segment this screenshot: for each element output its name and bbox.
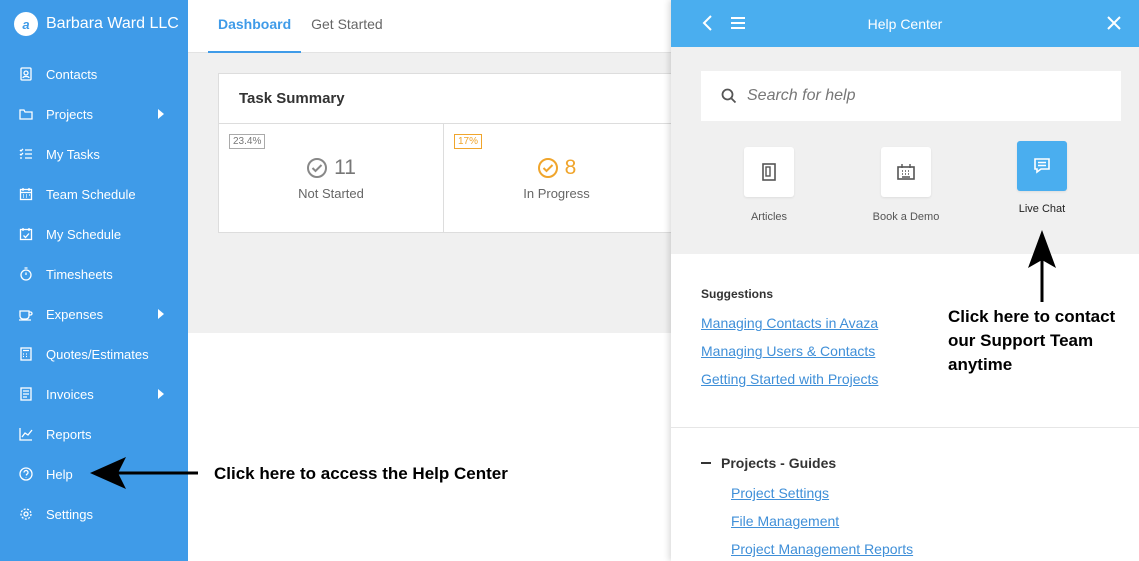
sidebar-item-label: Projects [46,106,93,122]
help-panel-title: Help Center [867,15,943,32]
search-box[interactable] [701,71,1121,121]
help-icon [18,466,34,482]
close-icon[interactable] [1103,12,1125,34]
guide-link[interactable]: Project Settings [731,485,913,501]
sidebar-item-expenses[interactable]: Expenses [0,294,188,334]
demo-icon [881,147,931,197]
tab-bar: Dashboard Get Started [188,0,671,53]
check-circle-icon [537,158,558,178]
sidebar-item-contacts[interactable]: Contacts [0,54,188,94]
annotation-help-center: Click here to access the Help Center [214,464,508,483]
annotation-arrow-left [90,457,198,489]
help-panel-header: Help Center [671,0,1139,47]
chart-icon [18,426,34,442]
chevron-right-icon [158,309,164,319]
task-summary-title: Task Summary [219,74,671,124]
sidebar-item-label: Expenses [46,306,104,322]
guide-link[interactable]: Project Management Reports [731,541,913,557]
folder-icon [18,106,34,122]
annotation-line: anytime [948,355,1013,374]
stat-label: Not Started [298,186,364,201]
coffee-icon [18,306,34,322]
suggestion-link[interactable]: Getting Started with Projects [701,371,878,387]
brand-name: Barbara Ward LLC [46,15,179,32]
invoice-icon [18,386,34,402]
chevron-right-icon [158,389,164,399]
calendar-check-icon [18,226,34,242]
article-icon [744,147,794,197]
contacts-icon [18,66,34,82]
sidebar-item-team-schedule[interactable]: Team Schedule [0,174,188,214]
annotation-arrow-up [1028,230,1056,302]
calculator-icon [18,346,34,362]
brand-logo-icon: a [14,12,38,36]
suggestion-link[interactable]: Managing Users & Contacts [701,343,878,359]
tab-get-started[interactable]: Get Started [301,0,393,52]
sidebar-item-quotes-estimates[interactable]: Quotes/Estimates [0,334,188,374]
sidebar-item-label: Contacts [46,66,98,82]
help-panel-top: Articles Book a Demo Live Chat [671,47,1139,254]
suggestion-link[interactable]: Managing Contacts in Avaza [701,315,878,331]
tab-dashboard[interactable]: Dashboard [208,0,302,53]
sidebar-item-label: My Tasks [46,146,100,162]
sidebar-item-label: Timesheets [46,266,113,282]
gear-icon [18,506,34,522]
sidebar-item-my-schedule[interactable]: My Schedule [0,214,188,254]
stat-value: 11 [334,156,356,179]
annotation-line: Click here to contact [948,307,1116,326]
tile-label: Book a Demo [872,211,940,223]
sidebar-item-label: My Schedule [46,226,122,242]
stat-value: 8 [564,156,577,179]
search-input[interactable] [747,87,1087,105]
suggestions-section: Suggestions Managing Contacts in Avaza M… [701,287,878,399]
search-icon [721,88,737,104]
sidebar-item-label: Settings [46,506,93,522]
sidebar-item-label: Quotes/Estimates [46,346,149,362]
tile-live-chat[interactable]: Live Chat [987,141,1097,215]
sidebar-item-label: Team Schedule [46,186,136,202]
help-center-panel: Help Center Articles Book a Demo Live C [671,0,1139,561]
annotation-line: our Support Team [948,331,1094,350]
stopwatch-icon [18,266,34,282]
tile-articles[interactable]: Articles [714,147,824,223]
annotation-support-team: Click here to contact our Support Team a… [948,305,1115,377]
tile-label: Live Chat [1018,203,1066,215]
stat-in-progress[interactable]: 17% 8 In Progress [444,124,669,233]
check-circle-icon [307,158,328,178]
sidebar-item-reports[interactable]: Reports [0,414,188,454]
suggestions-title: Suggestions [701,287,774,301]
stat-badge: 23.4% [229,134,266,149]
guide-link[interactable]: File Management [731,513,913,529]
stat-badge: 17% [454,134,483,149]
divider [671,427,1139,428]
sidebar-item-timesheets[interactable]: Timesheets [0,254,188,294]
calendar-icon [18,186,34,202]
guides-title[interactable]: Projects - Guides [701,455,913,471]
chat-icon [1017,141,1067,191]
tasks-icon [18,146,34,162]
sidebar-item-settings[interactable]: Settings [0,494,188,534]
stat-not-started[interactable]: 23.4% 11 Not Started [219,124,444,233]
sidebar-item-my-tasks[interactable]: My Tasks [0,134,188,174]
chevron-right-icon [158,109,164,119]
tile-label: Articles [750,211,788,223]
tile-book-a-demo[interactable]: Book a Demo [851,147,961,223]
task-summary-card: Task Summary 23.4% 11 Not Started 17% 8 … [218,73,671,233]
sidebar-item-label: Help [46,466,73,482]
guides-title-label: Projects - Guides [721,455,837,471]
collapse-icon [701,462,711,464]
stat-label: In Progress [523,186,590,201]
guides-section: Projects - Guides Project Settings File … [701,455,913,561]
sidebar-item-projects[interactable]: Projects [0,94,188,134]
brand[interactable]: a Barbara Ward LLC [0,0,188,48]
sidebar-item-label: Invoices [46,386,94,402]
sidebar-item-label: Reports [46,426,92,442]
sidebar-item-invoices[interactable]: Invoices [0,374,188,414]
